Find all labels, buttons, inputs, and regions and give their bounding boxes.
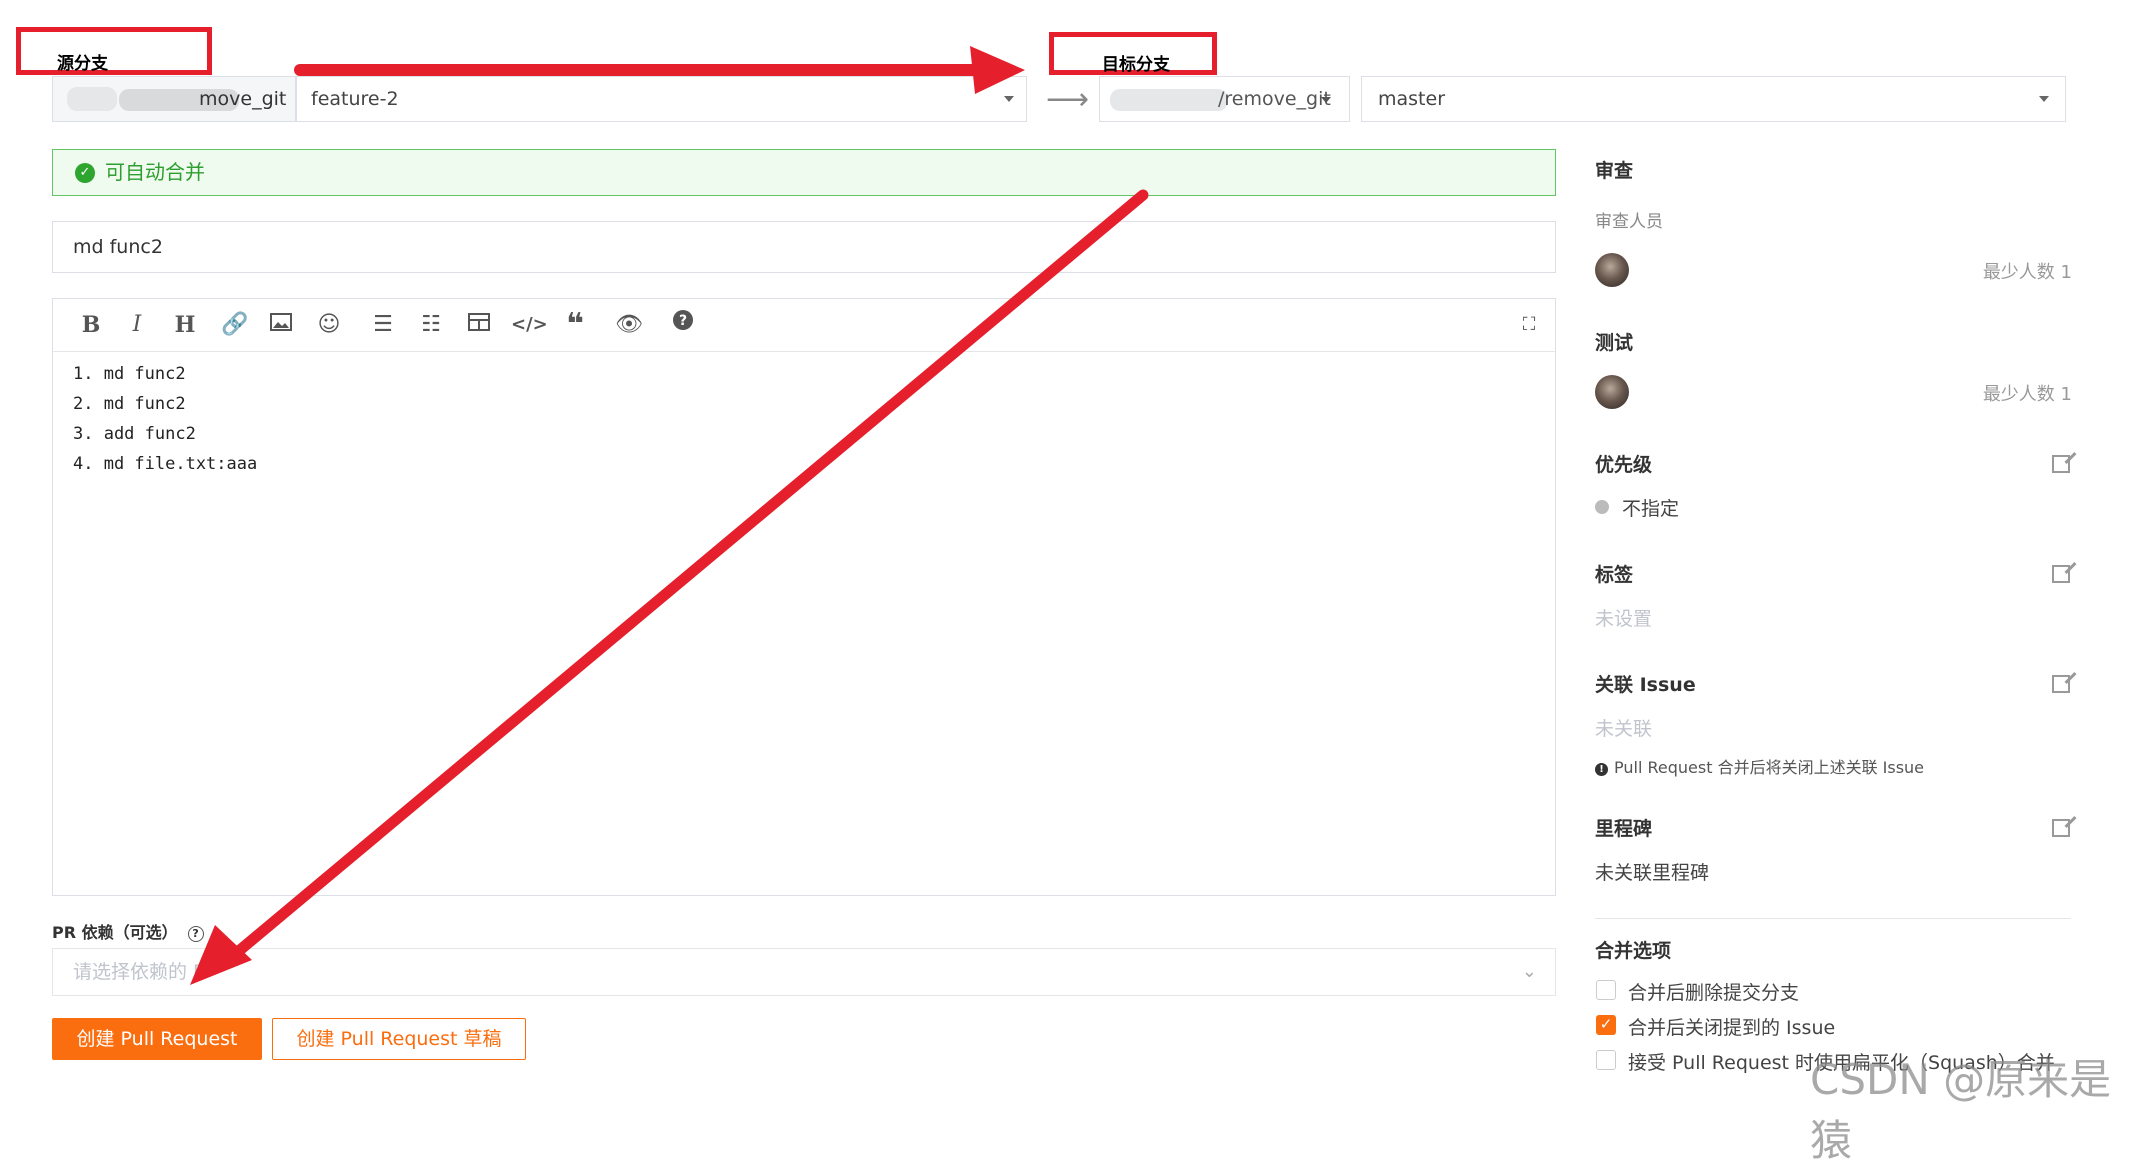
- preview-icon[interactable]: 👁: [613, 309, 645, 341]
- close-issue-checkbox[interactable]: ✓: [1596, 1015, 1616, 1035]
- question-icon[interactable]: ?: [187, 926, 204, 942]
- source-branch-select[interactable]: feature-2: [296, 76, 1027, 122]
- info-icon: !: [1595, 763, 1608, 776]
- target-branch-annotation: 目标分支: [1049, 32, 1217, 75]
- svg-text:?: ?: [679, 313, 687, 329]
- editor-line: 2. md func2: [73, 394, 186, 414]
- create-draft-pr-button[interactable]: 创建 Pull Request 草稿: [272, 1018, 526, 1060]
- dependency-select[interactable]: 请选择依赖的 P ⌄: [52, 948, 1556, 996]
- sidebar-divider: [1595, 918, 2071, 919]
- issue-note-text: Pull Request 合并后将关闭上述关联 Issue: [1614, 758, 1925, 777]
- target-branch-annotation-label: 目标分支: [1102, 55, 1170, 75]
- issue-note: ! Pull Request 合并后将关闭上述关联 Issue: [1595, 754, 1924, 778]
- edit-issue-icon[interactable]: [2052, 675, 2070, 693]
- reviewer-avatar[interactable]: [1595, 253, 1629, 287]
- tester-avatar[interactable]: [1595, 375, 1629, 409]
- review-title: 审查: [1595, 160, 1634, 182]
- table-icon[interactable]: [463, 309, 495, 341]
- delete-branch-checkbox[interactable]: [1596, 980, 1616, 1000]
- issue-value: 未关联: [1595, 718, 1653, 740]
- chevron-down-icon: [2039, 96, 2049, 102]
- source-repo-select[interactable]: move_git: [52, 76, 296, 122]
- labels-value: 未设置: [1595, 608, 1653, 630]
- target-branch-select[interactable]: master: [1361, 76, 2066, 122]
- review-min-count: 最少人数 1: [1982, 262, 2072, 283]
- edit-labels-icon[interactable]: [2052, 565, 2070, 583]
- chevron-down-icon: [1321, 97, 1331, 103]
- heading-icon[interactable]: H: [169, 309, 201, 341]
- edit-priority-icon[interactable]: [2052, 455, 2070, 473]
- squash-merge-checkbox[interactable]: [1596, 1050, 1616, 1070]
- pr-title-value: md func2: [73, 236, 163, 258]
- watermark: CSDN @原来是猿: [1810, 1055, 2112, 1165]
- source-branch-name: feature-2: [311, 88, 399, 110]
- create-pr-button[interactable]: 创建 Pull Request: [52, 1018, 262, 1060]
- pr-title-input[interactable]: md func2: [52, 221, 1556, 273]
- source-branch-annotation-label: 源分支: [57, 54, 108, 74]
- arrow-right-icon: ⟶: [1046, 82, 1090, 117]
- test-title: 测试: [1595, 332, 1634, 354]
- dependency-label: PR 依赖（可选）: [52, 923, 178, 942]
- link-icon[interactable]: 🔗: [219, 309, 251, 341]
- priority-title: 优先级: [1595, 454, 1653, 476]
- target-repo-name: /remove_git: [1218, 88, 1331, 110]
- dependency-placeholder: 请选择依赖的 P: [73, 961, 205, 983]
- quote-icon[interactable]: ❝: [559, 309, 591, 341]
- reviewers-label: 审查人员: [1595, 212, 1663, 232]
- help-icon[interactable]: ?: [667, 309, 699, 341]
- pr-description-editor[interactable]: B I H 🔗 ☺ ☰ ☷ </> ❝ 👁 ? ⛶ 1. md func2 2.…: [52, 298, 1556, 896]
- test-min-count: 最少人数 1: [1982, 384, 2072, 405]
- target-repo-select[interactable]: /remove_git: [1099, 76, 1350, 122]
- issue-title: 关联 Issue: [1595, 674, 1696, 696]
- blurred-username: [67, 87, 117, 111]
- delete-branch-label: 合并后删除提交分支: [1628, 982, 1800, 1004]
- code-icon[interactable]: </>: [511, 309, 548, 341]
- milestone-title: 里程碑: [1595, 818, 1653, 840]
- blurred-username: [1110, 89, 1228, 111]
- merge-options-title: 合并选项: [1595, 940, 1672, 962]
- emoji-icon[interactable]: ☺: [313, 309, 345, 341]
- chevron-down-icon: [1004, 96, 1014, 102]
- italic-icon[interactable]: I: [121, 309, 153, 341]
- edit-milestone-icon[interactable]: [2052, 819, 2070, 837]
- bold-icon[interactable]: B: [75, 309, 107, 341]
- check-circle-icon: ✓: [75, 163, 95, 183]
- numbered-list-icon[interactable]: ☷: [415, 309, 447, 341]
- labels-title: 标签: [1595, 564, 1634, 586]
- editor-content: 1. md func2 2. md func2 3. add func2 4. …: [73, 359, 257, 479]
- source-branch-annotation: 源分支: [16, 27, 212, 75]
- target-branch-name: master: [1378, 88, 1446, 110]
- editor-line: 4. md file.txt:aaa: [73, 454, 258, 474]
- editor-line: 1. md func2: [73, 364, 186, 384]
- mergeable-status-text: 可自动合并: [105, 160, 205, 184]
- editor-line: 3. add func2: [73, 424, 196, 444]
- image-icon[interactable]: [265, 309, 297, 341]
- bullet-list-icon[interactable]: ☰: [367, 309, 399, 341]
- mergeable-status: ✓ 可自动合并: [52, 149, 1556, 196]
- milestone-value: 未关联里程碑: [1595, 862, 1710, 884]
- editor-toolbar: B I H 🔗 ☺ ☰ ☷ </> ❝ 👁 ? ⛶: [53, 299, 1555, 352]
- dependency-label-row: PR 依赖（可选）?: [52, 919, 204, 943]
- priority-dot: [1595, 500, 1609, 514]
- chevron-down-icon: ⌄: [1521, 961, 1537, 982]
- priority-value: 不指定: [1622, 498, 1680, 520]
- fullscreen-icon[interactable]: ⛶: [1513, 309, 1545, 341]
- close-issue-label: 合并后关闭提到的 Issue: [1628, 1017, 1836, 1039]
- source-repo-name: move_git: [199, 88, 287, 110]
